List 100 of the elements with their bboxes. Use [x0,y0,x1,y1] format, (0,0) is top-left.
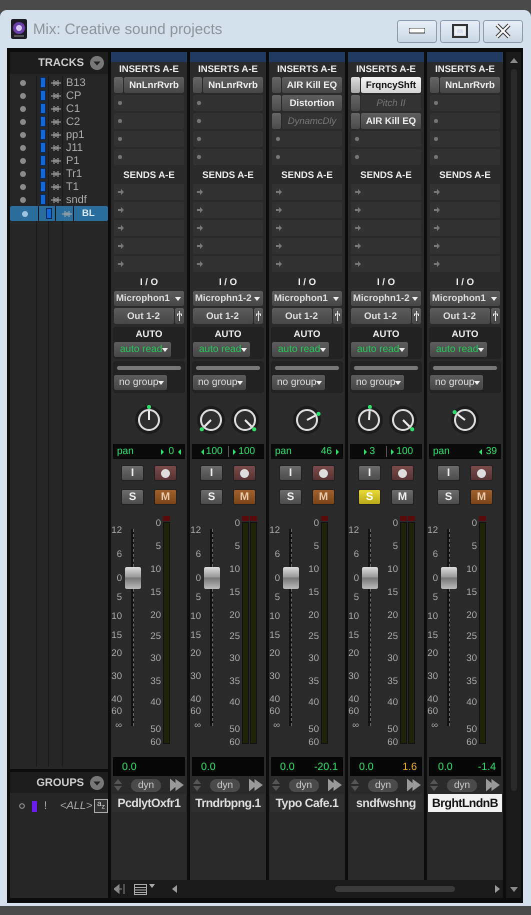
dropdown-icon[interactable] [90,776,104,790]
fader-handle[interactable] [204,567,220,590]
mute-button[interactable]: M [154,489,177,505]
output-options-button[interactable] [333,308,342,324]
automation-selector[interactable]: auto read [351,342,408,357]
insert-toggle[interactable] [193,77,202,93]
maximize-button[interactable] [440,20,480,42]
track-name[interactable]: Typo Cafe.1 [270,794,344,812]
insert-slot[interactable]: NnLnrRvrb [124,77,184,93]
output-options-button[interactable] [412,308,421,324]
fader-handle[interactable] [362,567,378,590]
input-monitor-button[interactable]: I [121,465,144,481]
track-row[interactable]: C2 [10,115,108,128]
fast-forward-icon[interactable] [407,779,421,791]
insert-toggle[interactable] [351,113,360,129]
record-button[interactable] [312,465,335,481]
dyn-button[interactable]: dyn [210,778,240,792]
record-button[interactable] [154,465,177,481]
dyn-button[interactable]: dyn [368,778,398,792]
output-options-button[interactable] [175,308,184,324]
dot-icon[interactable] [20,132,26,138]
fader-handle[interactable] [125,567,141,590]
mute-button[interactable]: M [312,489,335,505]
dot-icon[interactable] [20,118,26,124]
scroll-down-icon[interactable] [510,887,518,892]
insert-toggle[interactable] [272,77,281,93]
solo-button[interactable]: S [279,489,302,505]
input-monitor-button[interactable]: I [358,465,381,481]
insert-toggle[interactable] [272,95,281,111]
dyn-button[interactable]: dyn [289,778,319,792]
mute-button[interactable]: M [233,489,256,505]
dyn-button[interactable]: dyn [131,778,161,792]
pan-knob[interactable] [196,405,226,435]
input-selector[interactable]: Microphon1 [114,291,184,306]
insert-slot[interactable]: NnLnrRvrb [203,77,263,93]
sort-button[interactable]: a$_{z}$ [94,799,108,813]
track-row[interactable]: CP [10,89,108,102]
up-down-icon[interactable] [351,779,359,791]
collapse-icon[interactable] [114,884,126,894]
minimize-button[interactable] [397,20,437,42]
dot-icon[interactable] [20,92,26,98]
input-selector[interactable]: Microphn1-2 [193,291,263,306]
track-row[interactable]: T1 [10,180,108,193]
scroll-up-icon[interactable] [510,58,518,63]
solo-button[interactable]: S [437,489,460,505]
fast-forward-icon[interactable] [328,779,342,791]
input-monitor-button[interactable]: I [279,465,302,481]
record-button[interactable] [233,465,256,481]
input-monitor-button[interactable]: I [200,465,223,481]
pan-knob[interactable] [354,405,384,435]
dot-icon[interactable] [22,210,28,216]
track-name[interactable]: sndfwshng [349,794,423,812]
insert-toggle[interactable] [430,77,439,93]
output-options-button[interactable] [254,308,263,324]
track-row[interactable]: Tr1 [10,167,108,180]
input-selector[interactable]: Microphn1-2 [351,291,421,306]
fader-handle[interactable] [441,567,457,590]
dot-icon[interactable] [20,184,26,190]
group-selector[interactable]: no group [430,375,484,390]
scrollbar-thumb[interactable] [335,886,455,892]
close-button[interactable] [483,20,523,42]
input-selector[interactable]: Microphon1 [272,291,342,306]
dot-icon[interactable] [20,170,26,176]
automation-selector[interactable]: auto read [272,342,330,357]
insert-toggle[interactable] [114,77,123,93]
input-selector[interactable]: Microphon1 [430,291,500,306]
output-selector[interactable]: Out 1-2 [193,308,253,324]
track-name[interactable]: BrghtLndnB [428,794,502,812]
scroll-left-icon[interactable] [172,885,177,893]
circle-icon[interactable] [19,803,25,809]
track-row[interactable]: C1 [10,102,108,115]
insert-slot[interactable]: FrqncyShft [361,77,421,93]
insert-toggle[interactable] [272,113,281,129]
track-row[interactable]: pp1 [10,128,108,141]
output-selector[interactable]: Out 1-2 [351,308,411,324]
insert-toggle[interactable] [351,95,360,111]
output-options-button[interactable] [491,308,500,324]
track-row[interactable]: B13 [10,76,108,89]
track-row[interactable]: J11 [10,141,108,154]
fast-forward-icon[interactable] [170,779,184,791]
dot-icon[interactable] [20,158,26,164]
up-down-icon[interactable] [114,779,122,791]
list-icon[interactable] [134,883,156,895]
solo-button[interactable]: S [200,489,223,505]
output-selector[interactable]: Out 1-2 [114,308,174,324]
input-monitor-button[interactable]: I [437,465,460,481]
dot-icon[interactable] [20,80,26,86]
group-selector[interactable]: no group [114,375,168,390]
pan-knob[interactable] [292,405,322,435]
pan-knob[interactable] [450,405,480,435]
insert-slot[interactable]: AIR Kill EQ [361,113,421,129]
record-button[interactable] [470,465,493,481]
up-down-icon[interactable] [193,779,201,791]
fader-handle[interactable] [283,567,299,590]
mute-button[interactable]: M [391,489,414,505]
automation-selector[interactable]: auto read [193,342,250,357]
automation-selector[interactable]: auto read [430,342,488,357]
group-selector[interactable]: no group [193,375,246,390]
dropdown-icon[interactable] [90,56,104,70]
insert-slot[interactable]: AIR Kill EQ [282,77,342,93]
